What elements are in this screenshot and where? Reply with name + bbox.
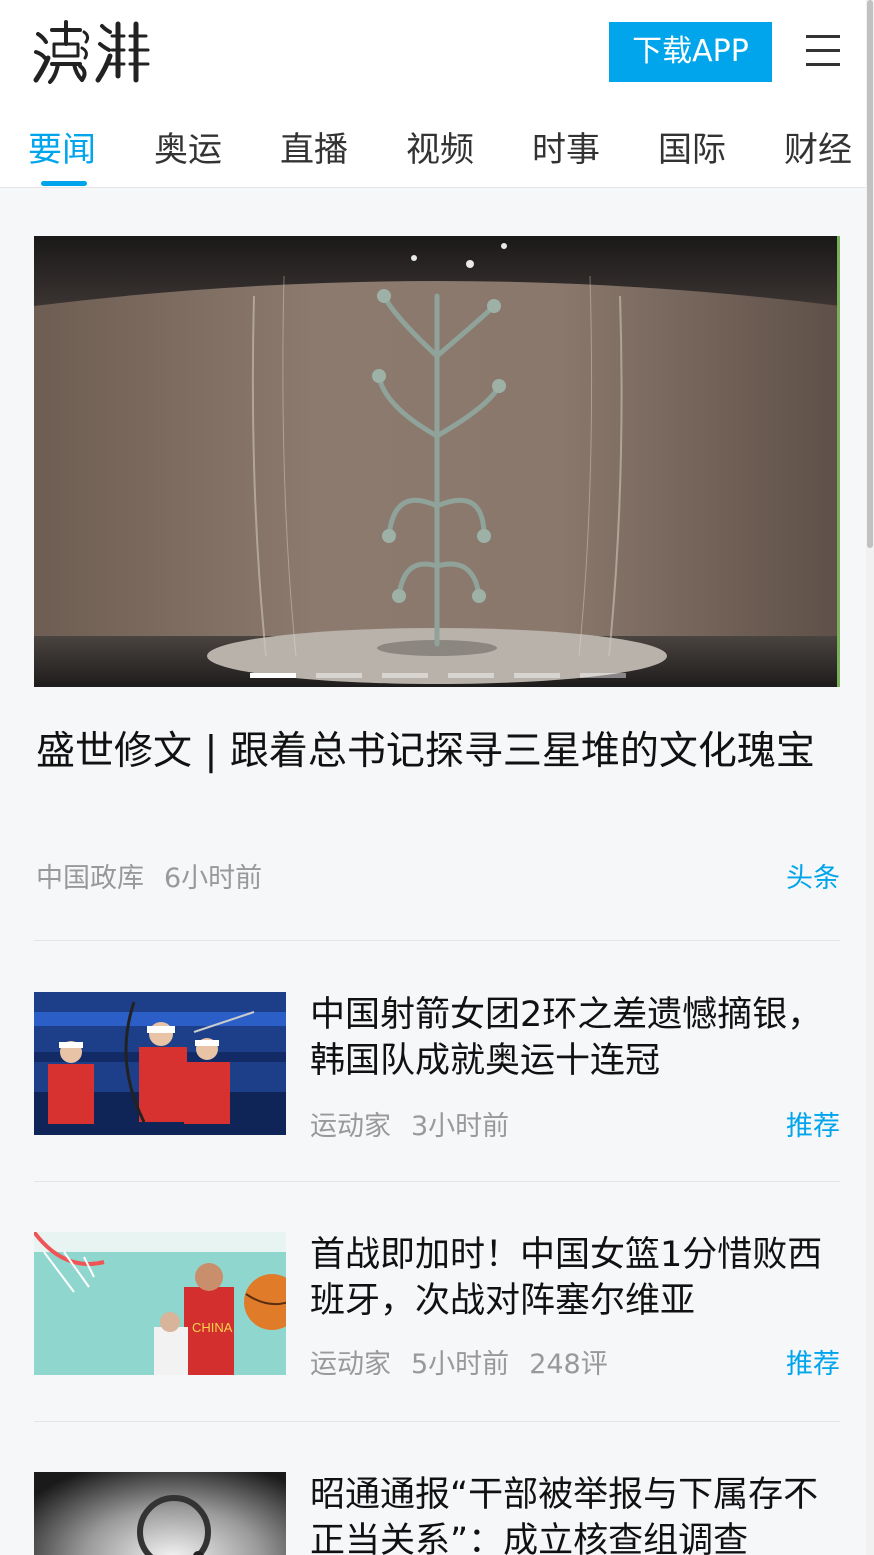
scrollbar-thumb[interactable]: [867, 0, 873, 548]
thepaper-logo[interactable]: [32, 14, 156, 90]
divider: [34, 1421, 840, 1422]
download-app-button[interactable]: 下载APP: [609, 22, 772, 82]
list-item[interactable]: CHINA 首战即加时！中国女篮1分惜败西班牙，次战对阵塞尔维亚 运动家 5小时前…: [34, 1232, 840, 1380]
news-thumbnail-archery[interactable]: [34, 992, 286, 1135]
page-scrollbar[interactable]: [866, 0, 874, 1555]
news-headline[interactable]: 首战即加时！中国女篮1分惜败西班牙，次战对阵塞尔维亚: [310, 1232, 840, 1324]
hero-carousel-image[interactable]: [34, 236, 840, 687]
carousel-dot[interactable]: [382, 673, 428, 678]
tab-zhibo[interactable]: 直播: [280, 122, 348, 171]
carousel-dot[interactable]: [448, 673, 494, 678]
divider: [34, 940, 840, 941]
hero-headline[interactable]: 盛世修文 | 跟着总书记探寻三星堆的文化瑰宝: [36, 726, 836, 778]
hero-source: 中国政库: [36, 863, 144, 894]
divider: [34, 1181, 840, 1182]
list-item[interactable]: 中国射箭女团2环之差遗憾摘银，韩国队成就奥运十连冠 运动家 3小时前 推荐: [34, 992, 840, 1142]
carousel-dot[interactable]: [514, 673, 560, 678]
news-thumbnail-magnifier[interactable]: [34, 1472, 286, 1555]
tab-aoyun[interactable]: 奥运: [154, 122, 222, 171]
hero-meta: 中国政库 6小时前: [36, 856, 282, 895]
channel-tabs: 要闻 奥运 直播 视频 时事 国际 财经: [0, 118, 866, 188]
list-item[interactable]: 昭通通报“干部被举报与下属存不正当关系”：成立核查组调查: [34, 1472, 840, 1555]
active-tab-indicator: [41, 181, 87, 186]
tab-shishi[interactable]: 时事: [532, 122, 600, 171]
svg-text:CHINA: CHINA: [192, 1320, 233, 1335]
hero-time: 6小时前: [164, 863, 263, 894]
news-headline[interactable]: 昭通通报“干部被举报与下属存不正当关系”：成立核查组调查: [310, 1472, 840, 1555]
news-time: 3小时前: [411, 1111, 510, 1142]
news-thumbnail-basketball[interactable]: CHINA: [34, 1232, 286, 1375]
tab-yaowen[interactable]: 要闻: [28, 122, 96, 171]
tab-shipin[interactable]: 视频: [406, 122, 474, 171]
news-tag: 推荐: [786, 1349, 840, 1380]
top-header: 下载APP 要闻 奥运 直播 视频 时事 国际 财经: [0, 0, 866, 188]
news-comments: 248评: [529, 1349, 608, 1380]
news-source: 运动家: [310, 1111, 391, 1142]
news-time: 5小时前: [411, 1349, 510, 1380]
tab-caijing[interactable]: 财经: [784, 122, 852, 171]
carousel-dot[interactable]: [250, 673, 296, 678]
carousel-dot[interactable]: [316, 673, 362, 678]
news-source: 运动家: [310, 1349, 391, 1380]
logo-calligraphy-icon: [33, 20, 150, 84]
carousel-dot[interactable]: [580, 673, 626, 678]
tab-guoji[interactable]: 国际: [658, 122, 726, 171]
menu-icon[interactable]: [806, 33, 840, 67]
news-headline[interactable]: 中国射箭女团2环之差遗憾摘银，韩国队成就奥运十连冠: [310, 992, 840, 1084]
news-tag: 推荐: [786, 1111, 840, 1142]
news-meta: 运动家 3小时前: [310, 1104, 529, 1143]
news-meta: 运动家 5小时前 248评: [310, 1342, 628, 1381]
hero-tag: 头条: [786, 863, 840, 894]
